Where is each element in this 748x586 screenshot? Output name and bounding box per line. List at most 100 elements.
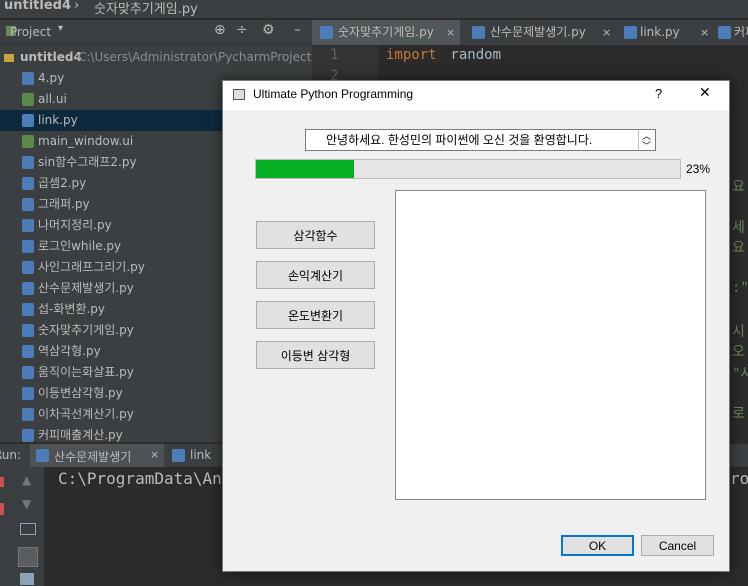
- run-tab-link[interactable]: link: [168, 444, 228, 468]
- ui-file-icon: [22, 93, 34, 106]
- python-file-icon: [22, 261, 34, 274]
- temperature-converter-button[interactable]: 온도변환기: [256, 301, 375, 329]
- close-button[interactable]: ✕: [699, 85, 711, 101]
- code-fragment: 요.: [732, 179, 748, 195]
- down-arrow-icon[interactable]: ▼: [22, 497, 31, 511]
- line-number: 1: [330, 47, 339, 63]
- progress-bar: [255, 159, 681, 179]
- python-file-icon: [22, 177, 34, 190]
- python-file-icon: [320, 26, 333, 39]
- python-file-icon: [22, 366, 34, 379]
- run-tab-label: 산수문제발생기: [54, 450, 132, 464]
- console-line-tail: ro: [730, 469, 748, 488]
- spinner-buttons[interactable]: ︿ ﹀: [638, 130, 655, 151]
- wrap-icon[interactable]: [20, 523, 36, 535]
- python-file-icon: [22, 324, 34, 337]
- breadcrumb-separator: ›: [74, 0, 80, 13]
- breadcrumb-file[interactable]: 숫자맞추기게임.py: [94, 0, 198, 17]
- run-label: Run:: [0, 448, 22, 462]
- file-name: 그래퍼.py: [38, 197, 90, 211]
- tab-label: 커피: [734, 25, 748, 39]
- python-file-icon: [22, 198, 34, 211]
- tab-label: link.py: [640, 25, 680, 39]
- breadcrumb-project[interactable]: untitled4: [4, 0, 71, 13]
- rerun-marker: [0, 477, 4, 487]
- tab-link[interactable]: link.py ×: [620, 20, 714, 45]
- run-tab-label: link: [190, 448, 212, 462]
- scroll-end-icon[interactable]: [18, 547, 38, 567]
- python-file-icon: [22, 408, 34, 421]
- project-label[interactable]: Project: [10, 25, 51, 39]
- file-name: all.ui: [38, 92, 67, 106]
- trig-button[interactable]: 삼각함수: [256, 221, 375, 249]
- file-name: 산수문제발생기.py: [38, 281, 134, 295]
- tab-label: 숫자맞추기게임.py: [338, 25, 434, 39]
- code-keyword: import: [386, 47, 437, 63]
- cancel-button[interactable]: Cancel: [641, 535, 714, 556]
- run-toolbar: ▲ ▼: [0, 467, 44, 586]
- window-icon: [233, 89, 245, 100]
- file-name: 곱셈2.py: [38, 176, 87, 190]
- up-arrow-icon[interactable]: ▲: [22, 473, 31, 487]
- python-file-icon: [22, 429, 34, 442]
- print-icon[interactable]: [20, 573, 34, 585]
- python-file-icon: [624, 26, 637, 39]
- python-file-icon: [22, 387, 34, 400]
- file-name: 나머지정리.py: [38, 218, 112, 232]
- code-fragment: 세요: [732, 220, 745, 256]
- collapse-icon[interactable]: ÷: [236, 22, 248, 38]
- ui-file-icon: [22, 135, 34, 148]
- chevron-down-icon[interactable]: ﹀: [642, 136, 651, 156]
- gear-icon[interactable]: ⚙: [262, 22, 275, 38]
- tab-coffee[interactable]: 커피: [716, 20, 748, 45]
- help-button[interactable]: ?: [655, 86, 662, 101]
- file-name: link.py: [38, 113, 78, 127]
- target-icon[interactable]: ⊕: [214, 22, 226, 38]
- hide-icon[interactable]: –: [294, 22, 301, 38]
- tab-number-game[interactable]: 숫자맞추기게임.py ×: [312, 20, 460, 45]
- folder-icon: [4, 54, 14, 62]
- file-name: 역삼각형.py: [38, 344, 101, 358]
- python-file-icon: [22, 282, 34, 295]
- close-icon[interactable]: ×: [700, 20, 709, 45]
- dialog-titlebar[interactable]: Ultimate Python Programming ? ✕: [223, 81, 729, 110]
- run-tab-arithmetic[interactable]: 산수문제발생기 ×: [30, 444, 164, 468]
- file-name: sin함수그래프2.py: [38, 155, 137, 169]
- close-icon[interactable]: ×: [446, 20, 455, 45]
- code-fragment: "사: [732, 366, 748, 382]
- code-fragment: 로: [732, 406, 745, 422]
- code-fragment: 시오: [732, 324, 745, 360]
- isosceles-triangle-button[interactable]: 이등변 삼각형: [256, 341, 375, 369]
- tab-label: 산수문제발생기.py: [490, 25, 586, 39]
- file-name: 로그인while.py: [38, 239, 122, 253]
- progress-percent: 23%: [686, 162, 711, 176]
- file-name: 4.py: [38, 71, 65, 85]
- profit-calculator-button[interactable]: 손익계산기: [256, 261, 375, 289]
- python-file-icon: [22, 114, 34, 127]
- file-name: 커피매출계산.py: [38, 428, 123, 442]
- tab-arithmetic-generator[interactable]: 산수문제발생기.py ×: [462, 20, 618, 45]
- file-name: 이차곡선계산기.py: [38, 407, 134, 421]
- root-path: C:\Users\Administrator\PycharmProjects: [78, 50, 312, 64]
- root-name: untitled4: [20, 50, 82, 64]
- file-name: 사인그래프그리기.py: [38, 260, 145, 274]
- python-file-icon: [22, 156, 34, 169]
- ide-titlebar: untitled4 › 숫자맞추기게임.py: [0, 0, 748, 18]
- console-line: C:\ProgramData\An: [58, 469, 222, 488]
- ok-button[interactable]: OK: [561, 535, 634, 556]
- dialog-window: Ultimate Python Programming ? ✕ 안녕하세요. 한…: [222, 80, 730, 572]
- welcome-combo[interactable]: 안녕하세요. 한성민의 파이썬에 오신 것을 환영합니다. ︿ ﹀: [305, 129, 656, 151]
- file-name: 움직이는화살표.py: [38, 365, 134, 379]
- output-textarea[interactable]: [395, 190, 706, 500]
- project-panel-header: Project ▾ ⊕ ÷ ⚙ –: [0, 20, 312, 45]
- python-file-icon: [36, 449, 49, 462]
- python-file-icon: [472, 26, 485, 39]
- tree-root[interactable]: untitled4 C:\Users\Administrator\Pycharm…: [0, 47, 312, 68]
- close-icon[interactable]: ×: [602, 20, 611, 45]
- python-file-icon: [718, 26, 731, 39]
- welcome-text: 안녕하세요. 한성민의 파이썬에 오신 것을 환영합니다.: [326, 133, 593, 147]
- python-file-icon: [22, 345, 34, 358]
- close-icon[interactable]: ×: [150, 448, 159, 461]
- chevron-down-icon[interactable]: ▾: [58, 23, 63, 34]
- python-file-icon: [22, 303, 34, 316]
